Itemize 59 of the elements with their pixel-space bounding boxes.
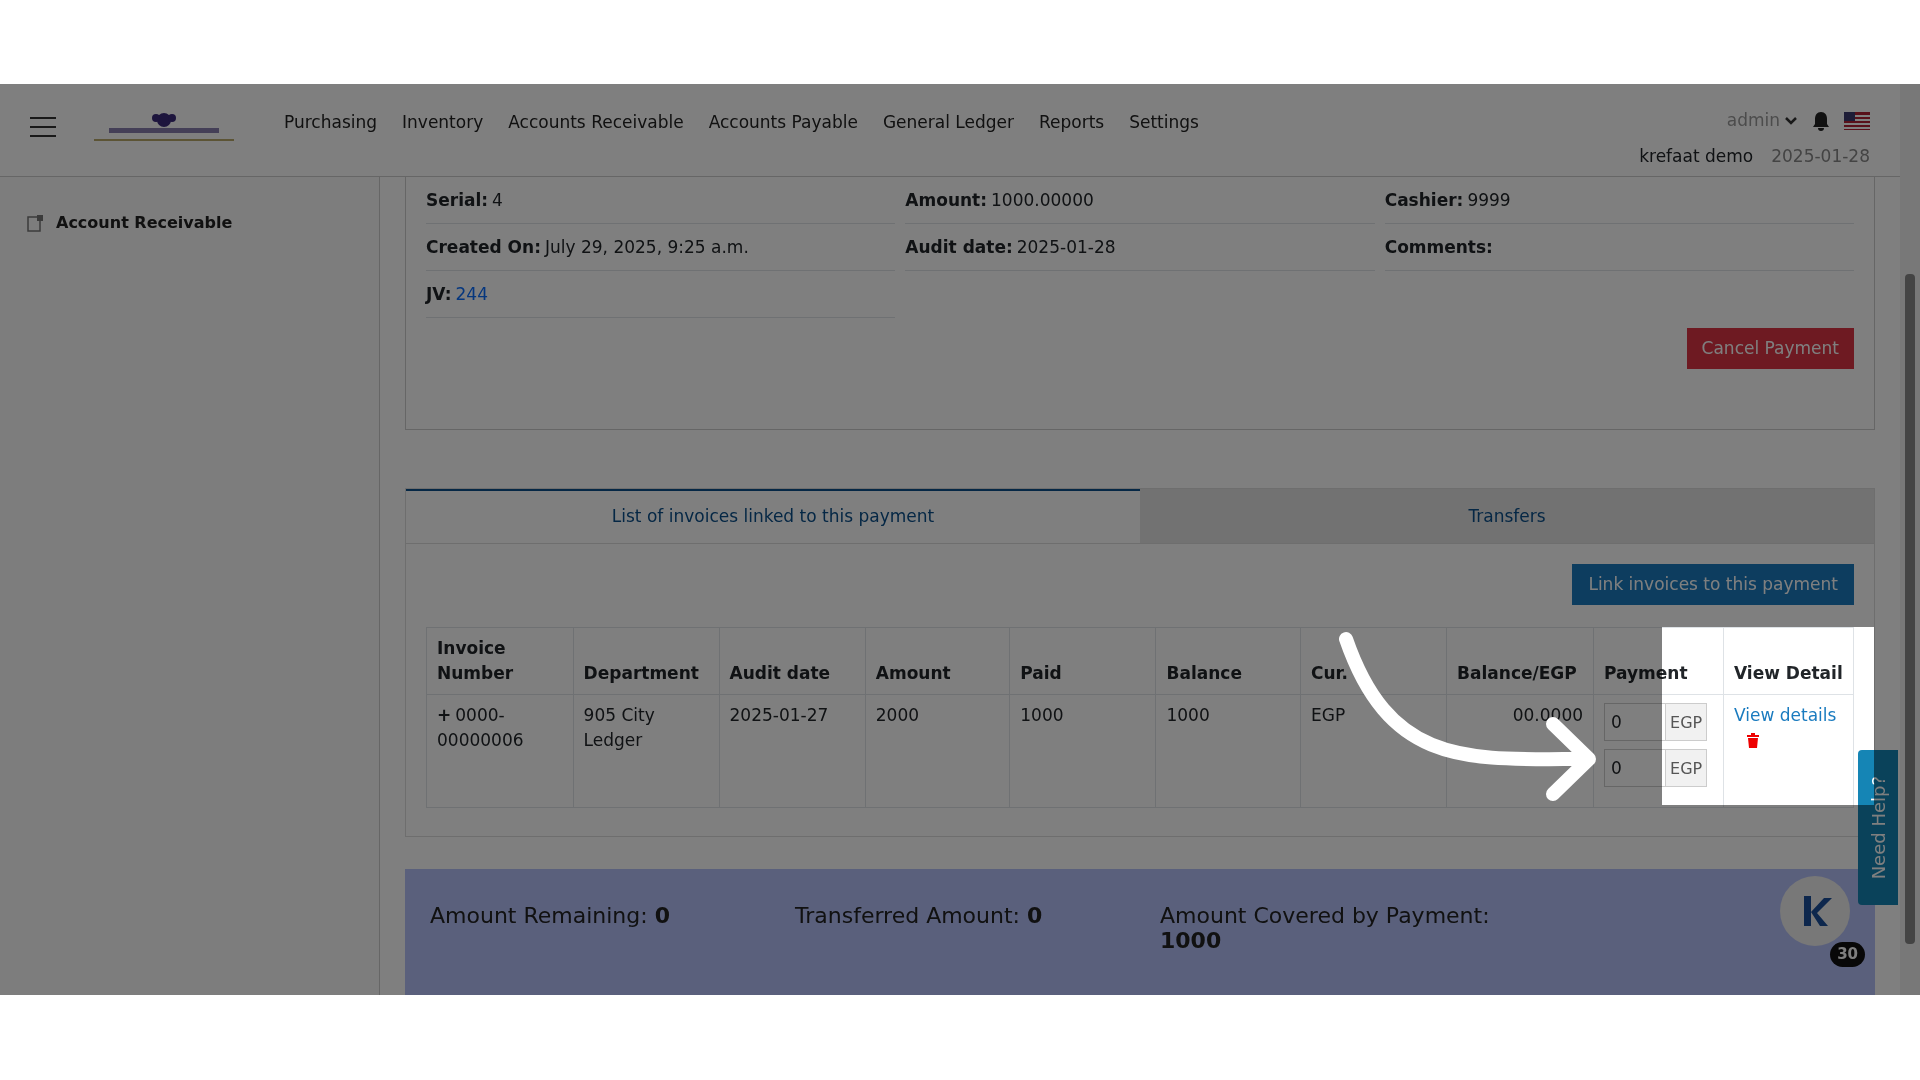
help-tab[interactable]: Need Help? (1858, 750, 1898, 905)
field-label: Serial: (426, 190, 489, 210)
table-cell: 2000 (865, 694, 1010, 808)
chevron-icon (1784, 115, 1798, 126)
link-invoices-button[interactable]: Link invoices to this payment (1572, 564, 1854, 605)
bell-icon[interactable] (1812, 110, 1830, 131)
company-name: krefaat demo (1639, 144, 1754, 168)
view-details-link[interactable]: View details (1734, 703, 1837, 728)
currency-addon: EGP (1666, 703, 1708, 741)
jv-link[interactable]: 244 (455, 284, 488, 304)
menu-icon[interactable] (30, 117, 56, 137)
tab[interactable]: Transfers (1140, 489, 1874, 543)
column-header: Balance (1155, 627, 1301, 695)
field-value: 1000.00000 (991, 190, 1094, 210)
nav-link[interactable]: Accounts Payable (708, 110, 858, 136)
table-cell: 905 City Ledger (573, 694, 719, 808)
column-header: Paid (1009, 627, 1156, 695)
column-header: Amount (865, 627, 1010, 695)
summary-text: Transferred Amount: 0 (795, 903, 1044, 930)
field-label: Cashier: (1384, 190, 1464, 210)
flag-icon[interactable] (1844, 111, 1870, 130)
payment-input[interactable]: 0 (1604, 703, 1667, 741)
scrollbar[interactable] (1900, 84, 1920, 995)
currency-addon: EGP (1666, 749, 1708, 787)
document-icon (26, 214, 44, 232)
nav-link[interactable]: Reports (1038, 110, 1105, 136)
field-label: JV: (426, 284, 452, 304)
table-cell: 1000 (1155, 694, 1301, 808)
field-value: July 29, 2025, 9:25 a.m. (544, 237, 749, 257)
column-header: Department (573, 627, 719, 695)
payment-input[interactable]: 0 (1604, 749, 1667, 787)
field-label: Amount: (905, 190, 987, 210)
field-label: Audit date: (905, 237, 1013, 257)
cancel-payment-button[interactable]: Cancel Payment (1686, 328, 1854, 369)
field-value: 4 (492, 190, 503, 210)
nav-link[interactable]: Purchasing (284, 110, 378, 136)
logo-icon (94, 110, 234, 142)
field-label: Comments: (1384, 237, 1493, 257)
nav-link[interactable]: Settings (1129, 110, 1199, 136)
column-header: Balance/EGP (1446, 627, 1594, 695)
table-cell: + 0000-00000006 (426, 694, 574, 808)
summary-text: Amount Remaining: 0 (430, 903, 671, 930)
nav-link[interactable]: Inventory (402, 110, 484, 136)
table-cell: 1000 (1009, 694, 1156, 808)
field-value: 9999 (1467, 190, 1511, 210)
column-header: Cur. (1300, 627, 1447, 695)
date-text: 2025-01-28 (1771, 144, 1870, 168)
field-value: 2025-01-28 (1016, 237, 1116, 257)
summary-text: Amount Covered by Payment: 1000 (1160, 903, 1491, 955)
nav-link[interactable]: General Ledger (882, 110, 1014, 136)
expand-icon[interactable]: + (437, 705, 452, 725)
column-header: Audit date (719, 627, 866, 695)
field-label: Created On: (426, 237, 541, 257)
column-header: Invoice Number (426, 627, 574, 695)
nav-link[interactable]: Accounts Receivable (508, 110, 684, 136)
sidebar-item[interactable]: Account Receivable (56, 211, 233, 235)
table-cell: 2025-01-27 (719, 694, 866, 808)
trash-icon[interactable] (1746, 732, 1760, 748)
column-header: View Detail (1723, 627, 1854, 695)
